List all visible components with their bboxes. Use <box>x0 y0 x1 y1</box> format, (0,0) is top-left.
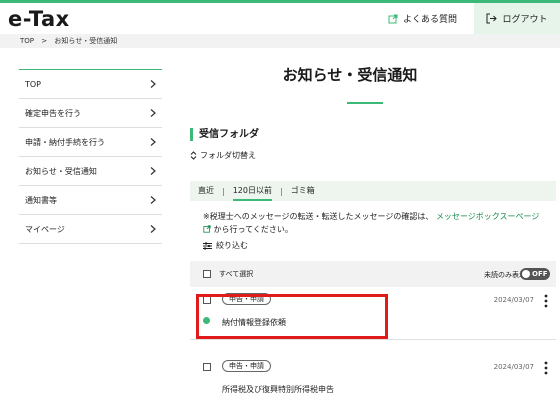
sidebar-item-label: お知らせ・受信通知 <box>25 166 97 176</box>
filter-button[interactable]: 絞り込む <box>203 240 248 251</box>
sidebar-item-tax-return[interactable]: 確定申告を行う <box>19 99 162 128</box>
message-date: 2024/03/07 <box>493 363 534 371</box>
sidebar-item-label: 通知書等 <box>25 195 57 205</box>
chevron-right-icon <box>150 225 156 233</box>
notice-text-before: ※税理士へのメッセージの転送・転送したメッセージの確認は、 <box>203 212 434 221</box>
tab-120-days-before[interactable]: 120日以前 <box>225 181 280 201</box>
message-box-link[interactable]: メッセージボックスーページ <box>436 212 539 221</box>
tab-recent[interactable]: 直近 <box>190 181 222 201</box>
sidebar-item-top[interactable]: TOP <box>19 70 162 99</box>
sort-arrows-icon <box>190 151 197 160</box>
breadcrumb-top[interactable]: TOP <box>20 37 34 45</box>
sidebar-item-mypage[interactable]: マイページ <box>19 215 162 244</box>
select-all-bar: すべて選択 未読のみ表示 OFF <box>190 261 556 287</box>
sidebar-item-label: 確定申告を行う <box>25 108 81 118</box>
external-link-icon <box>388 14 398 23</box>
logout-icon <box>486 13 498 24</box>
chevron-right-icon <box>150 109 156 117</box>
faq-link[interactable]: よくある質問 <box>388 12 457 25</box>
sidebar-item-notices[interactable]: 通知書等 <box>19 186 162 215</box>
breadcrumb-separator: > <box>41 37 48 45</box>
notice-text-after: から行ってください。 <box>213 225 293 234</box>
title-underline <box>347 102 383 104</box>
unread-only-toggle[interactable]: OFF <box>520 268 550 280</box>
chevron-right-icon <box>150 138 156 146</box>
message-checkbox[interactable] <box>203 363 211 371</box>
sidebar-item-label: マイページ <box>25 224 65 234</box>
forwarding-notice: ※税理士へのメッセージの転送・転送したメッセージの確認は、 メッセージボックスー… <box>203 210 543 236</box>
logout-button[interactable]: ログアウト <box>474 3 560 34</box>
etax-logo[interactable]: e-Tax <box>8 7 70 31</box>
message-subject[interactable]: 所得税及び復興特別所得税申告 <box>222 384 334 395</box>
chevron-right-icon <box>150 167 156 175</box>
sidebar-item-label: TOP <box>25 79 42 89</box>
breadcrumb: TOP > お知らせ・受信通知 <box>0 34 560 48</box>
folder-tabs: 直近 | 120日以前 | ゴミ箱 <box>190 181 556 201</box>
tab-trash[interactable]: ゴミ箱 <box>283 181 323 201</box>
faq-label: よくある質問 <box>403 15 458 25</box>
folder-switch-button[interactable]: フォルダ切替え <box>190 150 256 161</box>
filter-label: 絞り込む <box>216 241 248 250</box>
select-all-checkbox[interactable] <box>203 270 211 278</box>
more-options-icon[interactable] <box>544 361 548 375</box>
chevron-right-icon <box>150 196 156 204</box>
folder-title: 受信フォルダ <box>190 128 259 141</box>
sidebar: TOP 確定申告を行う 申請・納付手続を行う お知らせ・受信通知 通知書等 マイ… <box>19 69 162 244</box>
message-date: 2024/03/07 <box>493 296 534 304</box>
sidebar-item-notifications[interactable]: お知らせ・受信通知 <box>19 157 162 186</box>
toggle-state: OFF <box>532 270 548 278</box>
sidebar-item-label: 申請・納付手続を行う <box>25 137 105 147</box>
header: e-Tax よくある質問 ログアウト <box>0 3 560 34</box>
filter-sliders-icon <box>203 242 212 249</box>
sidebar-item-application-payment[interactable]: 申請・納付手続を行う <box>19 128 162 157</box>
external-link-icon <box>203 225 211 233</box>
highlight-annotation-box <box>196 294 388 339</box>
message-category-tag: 申告・申請 <box>222 360 271 372</box>
folder-switch-label: フォルダ切替え <box>200 151 256 160</box>
select-all-label: すべて選択 <box>219 270 254 278</box>
logout-label: ログアウト <box>502 15 548 25</box>
message-row[interactable]: 申告・申請 2024/03/07 所得税及び復興特別所得税申告 <box>190 355 556 400</box>
page-title: お知らせ・受信通知 <box>282 66 418 84</box>
breadcrumb-current: お知らせ・受信通知 <box>54 37 118 45</box>
chevron-right-icon <box>150 80 156 88</box>
toggle-knob <box>522 270 530 278</box>
more-options-icon[interactable] <box>544 294 548 308</box>
